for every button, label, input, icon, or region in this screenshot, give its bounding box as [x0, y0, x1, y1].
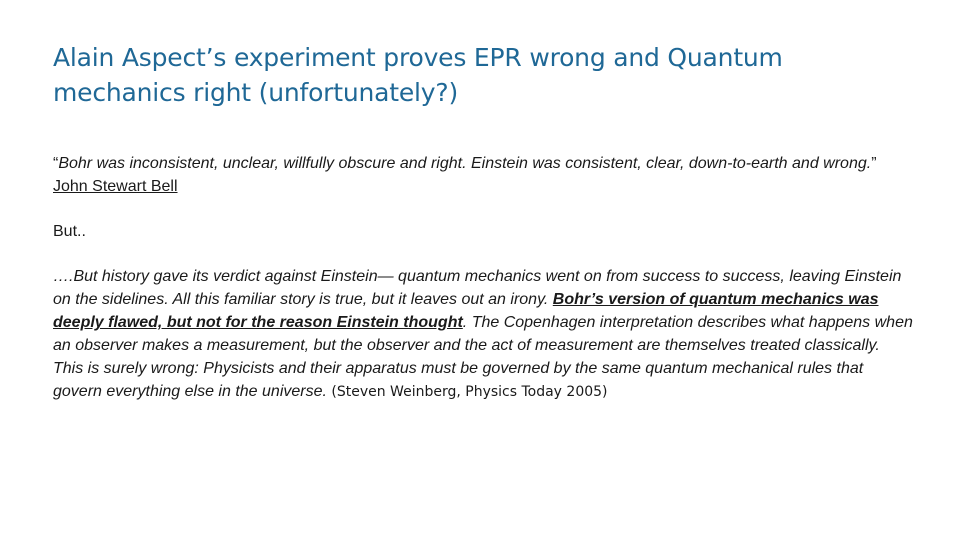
- slide: Alain Aspect’s experiment proves EPR wro…: [0, 0, 960, 540]
- bell-quote-paragraph: “Bohr was inconsistent, unclear, willful…: [53, 152, 913, 198]
- weinberg-quote-paragraph: ….But history gave its verdict against E…: [53, 265, 913, 404]
- slide-body: “Bohr was inconsistent, unclear, willful…: [53, 152, 913, 404]
- bell-quote-text: Bohr was inconsistent, unclear, willfull…: [58, 155, 872, 172]
- quote-close-mark: ”: [871, 155, 877, 172]
- weinberg-citation: (Steven Weinberg, Physics Today 2005): [326, 384, 608, 400]
- john-stewart-bell-link[interactable]: John Stewart Bell: [53, 178, 178, 195]
- but-line: But..: [53, 223, 86, 240]
- slide-title: Alain Aspect’s experiment proves EPR wro…: [53, 43, 783, 107]
